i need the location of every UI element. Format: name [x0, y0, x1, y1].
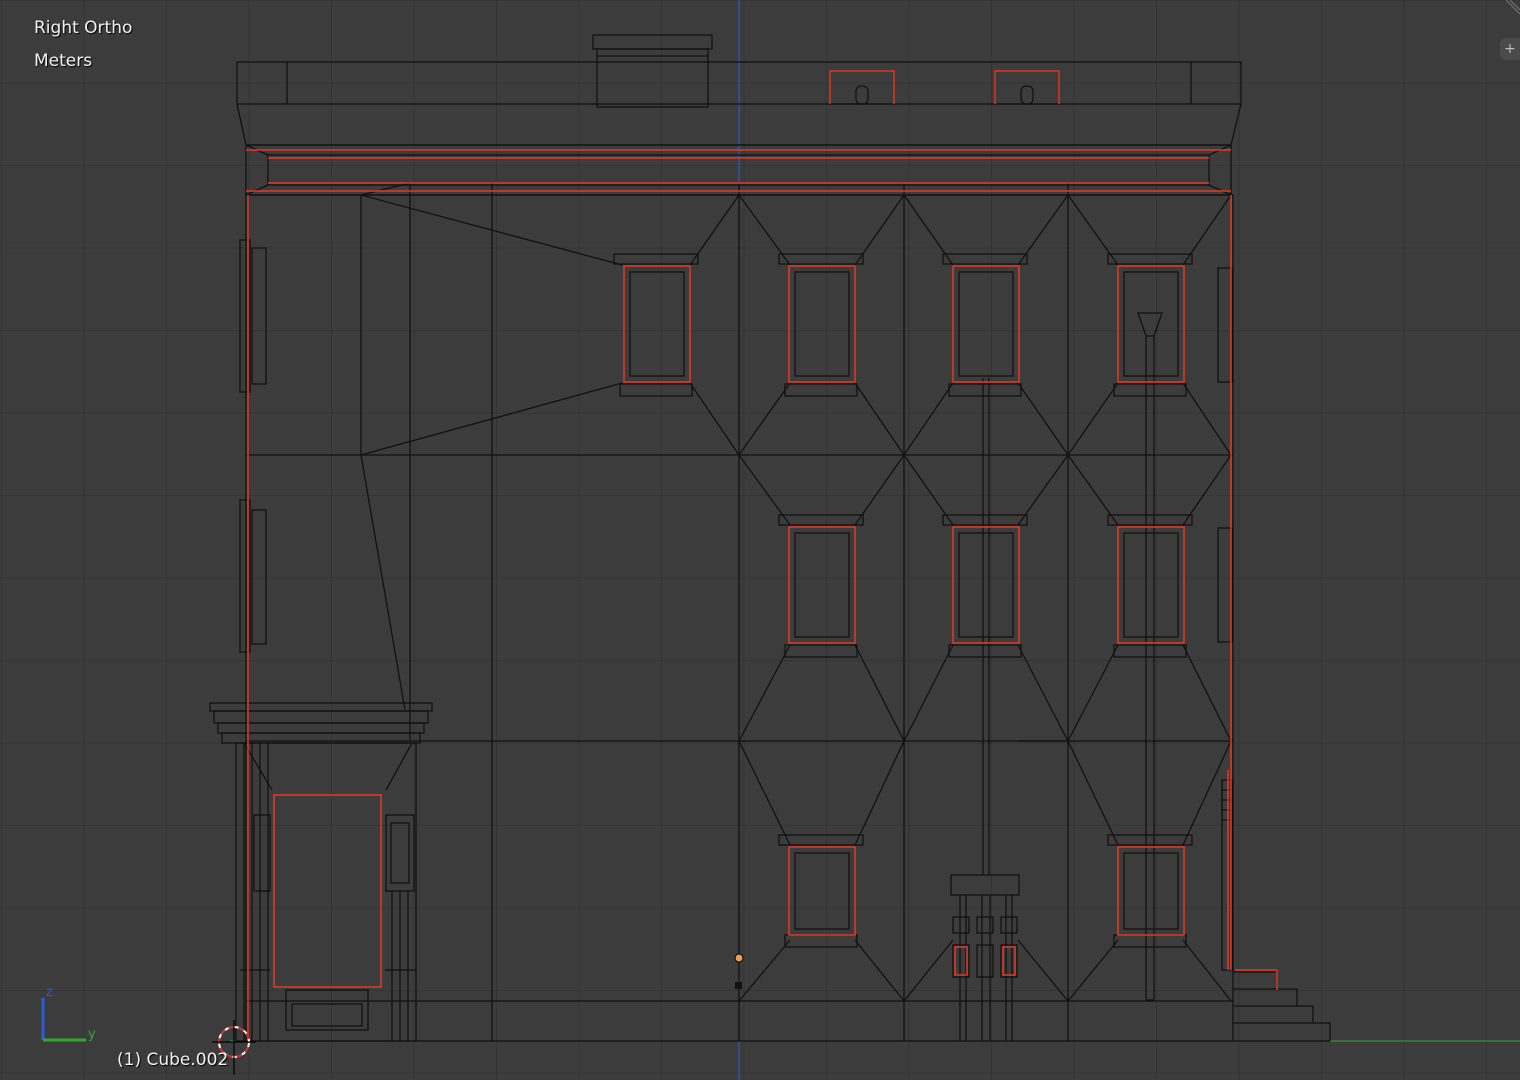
vertex-marker	[735, 982, 742, 989]
units-label: Meters	[34, 51, 93, 71]
axis-gizmo-icon: z y	[41, 985, 96, 1042]
plus-icon[interactable]: +	[1500, 38, 1520, 60]
corner-grip-icon[interactable]	[1502, 0, 1520, 18]
axis-label-z: z	[46, 985, 53, 1000]
axis-label-y: y	[88, 1027, 96, 1042]
object-origin-icon[interactable]	[734, 953, 744, 963]
wireframe-scene[interactable]: z y	[0, 0, 1520, 1080]
active-object-label: (1) Cube.002	[117, 1050, 229, 1070]
3d-viewport[interactable]: z y Right Ortho Meters (1) Cube.002 +	[0, 0, 1520, 1080]
view-name-label: Right Ortho	[34, 18, 133, 38]
building-wireframe	[209, 34, 1331, 1042]
